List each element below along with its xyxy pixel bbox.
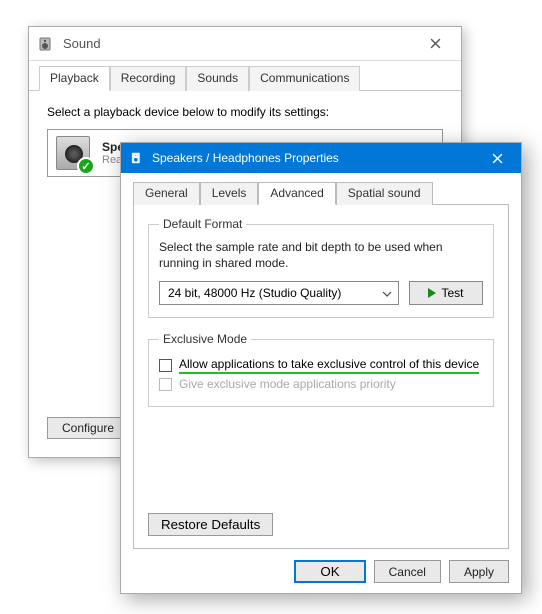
tab-playback[interactable]: Playback (39, 66, 110, 91)
ok-button[interactable]: OK (294, 560, 365, 583)
exclusive-priority-label: Give exclusive mode applications priorit… (179, 377, 396, 391)
sound-title: Sound (63, 36, 101, 51)
play-icon (428, 288, 436, 298)
checkbox-icon (159, 378, 172, 391)
speaker-device-icon: ✓ (56, 136, 90, 170)
apply-button[interactable]: Apply (449, 560, 509, 583)
sound-titlebar: Sound (29, 27, 461, 61)
advanced-page: Default Format Select the sample rate an… (133, 205, 509, 549)
checkbox-icon[interactable] (159, 359, 172, 372)
sound-icon (39, 36, 55, 52)
tab-sounds[interactable]: Sounds (186, 66, 249, 91)
format-select-value: 24 bit, 48000 Hz (Studio Quality) (168, 286, 341, 300)
dialog-footer: OK Cancel Apply (294, 560, 509, 583)
configure-button[interactable]: Configure (47, 417, 129, 439)
restore-defaults-button[interactable]: Restore Defaults (148, 513, 273, 536)
properties-titlebar: Speakers / Headphones Properties (121, 143, 521, 173)
close-icon[interactable] (475, 143, 519, 173)
exclusive-control-label: Allow applications to take exclusive con… (179, 357, 479, 374)
default-format-hint: Select the sample rate and bit depth to … (159, 239, 483, 271)
format-select[interactable]: 24 bit, 48000 Hz (Studio Quality) (159, 281, 399, 305)
tab-spatial-sound[interactable]: Spatial sound (336, 182, 433, 205)
speaker-icon (131, 151, 145, 165)
chevron-down-icon (382, 286, 392, 300)
instruction-text: Select a playback device below to modify… (47, 105, 443, 119)
test-label: Test (441, 286, 463, 300)
exclusive-priority-checkbox-row: Give exclusive mode applications priorit… (159, 377, 483, 391)
default-check-icon: ✓ (77, 157, 95, 175)
exclusive-mode-legend: Exclusive Mode (159, 332, 251, 346)
cancel-button[interactable]: Cancel (374, 560, 441, 583)
properties-tabs: General Levels Advanced Spatial sound (133, 181, 509, 205)
test-button[interactable]: Test (409, 281, 483, 305)
exclusive-mode-group: Exclusive Mode Allow applications to tak… (148, 332, 494, 407)
tab-general[interactable]: General (133, 182, 200, 205)
close-icon[interactable] (413, 29, 457, 59)
tab-communications[interactable]: Communications (249, 66, 360, 91)
tab-levels[interactable]: Levels (200, 182, 259, 205)
default-format-legend: Default Format (159, 217, 246, 231)
sound-tabs: Playback Recording Sounds Communications (29, 61, 461, 91)
properties-window: Speakers / Headphones Properties General… (120, 142, 522, 594)
tab-recording[interactable]: Recording (110, 66, 187, 91)
tab-advanced[interactable]: Advanced (258, 182, 335, 205)
exclusive-control-checkbox-row[interactable]: Allow applications to take exclusive con… (159, 357, 483, 374)
default-format-group: Default Format Select the sample rate an… (148, 217, 494, 318)
properties-title: Speakers / Headphones Properties (152, 151, 339, 165)
